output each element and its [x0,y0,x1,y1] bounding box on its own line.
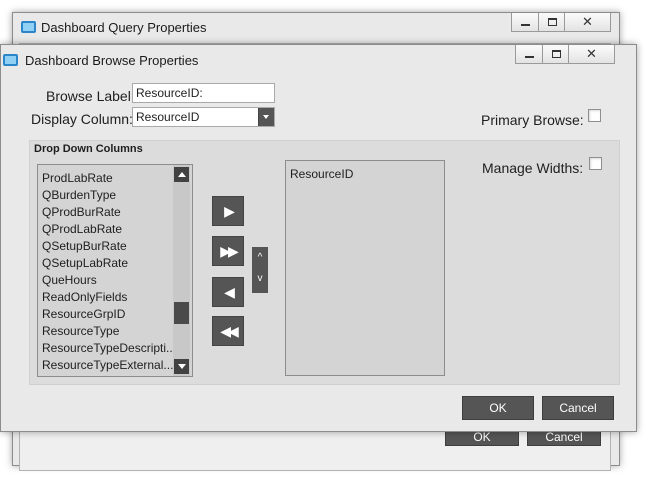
list-item[interactable]: QProdLabRate [42,222,122,236]
list-item[interactable]: ResourceGrpID [42,307,125,321]
chevron-down-icon[interactable] [258,108,274,126]
maximize-icon[interactable] [543,45,569,64]
maximize-icon[interactable] [539,13,565,32]
arrow-left-icon: ◀ [224,284,235,300]
close-icon[interactable]: ✕ [565,13,611,32]
move-up-icon[interactable]: ^ [252,252,268,263]
list-item[interactable]: ResourceType [42,324,119,338]
back-window-title: Dashboard Query Properties [41,20,207,35]
browse-label-label: Browse Label: [46,88,135,104]
minimize-icon[interactable] [515,45,543,64]
add-column-button[interactable]: ▶ [212,196,244,226]
drop-down-columns-group: Drop Down Columns ProdLabRate QBurdenTyp… [29,140,620,385]
remove-column-button[interactable]: ◀ [212,277,244,307]
app-icon [21,21,36,33]
arrow-right-icon: ▶ [224,203,235,219]
dialog-title: Dashboard Browse Properties [25,53,199,68]
dialog-titlebar[interactable]: Dashboard Browse Properties ✕ [1,45,636,73]
list-item[interactable]: QSetupBurRate [42,239,127,253]
manage-widths-label: Manage Widths: [482,160,584,176]
selected-columns-list[interactable]: ResourceID [285,160,445,376]
list-item[interactable]: ReadOnlyFields [42,290,127,304]
dialog-controls: ✕ [515,45,615,65]
app-icon [3,54,18,66]
scroll-down-icon[interactable] [174,359,189,374]
dashboard-browse-properties-dialog: Dashboard Browse Properties ✕ Browse Lab… [0,44,637,432]
cancel-button[interactable]: Cancel [542,396,614,420]
double-arrow-left-icon: ◀◀ [220,323,239,339]
scroll-up-icon[interactable] [174,167,189,182]
list-item[interactable]: ResourceTypeExternal... [42,358,173,372]
move-down-icon[interactable]: v [252,273,268,284]
list-item[interactable]: QProdBurRate [42,205,121,219]
back-window-titlebar[interactable]: Dashboard Query Properties ✕ [13,13,619,41]
list-item[interactable]: QBurdenType [42,188,116,202]
list-item[interactable]: ResourceTypeDescripti... [42,341,176,355]
browse-label-input[interactable]: ResourceID: [132,83,275,103]
available-columns-list[interactable]: ProdLabRate QBurdenType QProdBurRate QPr… [37,164,193,377]
group-title: Drop Down Columns [34,143,143,155]
display-column-label: Display Column: [31,111,133,127]
primary-browse-checkbox[interactable] [588,109,601,122]
reorder-buttons: ^ v [252,247,268,293]
list-item[interactable]: QueHours [42,273,97,287]
remove-all-columns-button[interactable]: ◀◀ [212,316,244,346]
double-arrow-right-icon: ▶▶ [220,243,239,259]
list-item[interactable]: QSetupLabRate [42,256,128,270]
list-item[interactable]: ProdLabRate [42,171,113,185]
close-icon[interactable]: ✕ [569,45,615,64]
ok-button[interactable]: OK [462,396,534,420]
scroll-thumb[interactable] [174,302,189,324]
list-scrollbar[interactable] [173,165,190,376]
list-item[interactable]: ResourceID [290,167,353,181]
add-all-columns-button[interactable]: ▶▶ [212,236,244,266]
minimize-icon[interactable] [511,13,539,32]
back-window-controls: ✕ [511,13,611,33]
display-column-value: ResourceID [136,110,200,124]
primary-browse-label: Primary Browse: [481,112,584,128]
manage-widths-checkbox[interactable] [589,157,602,170]
display-column-select[interactable]: ResourceID [132,107,275,127]
